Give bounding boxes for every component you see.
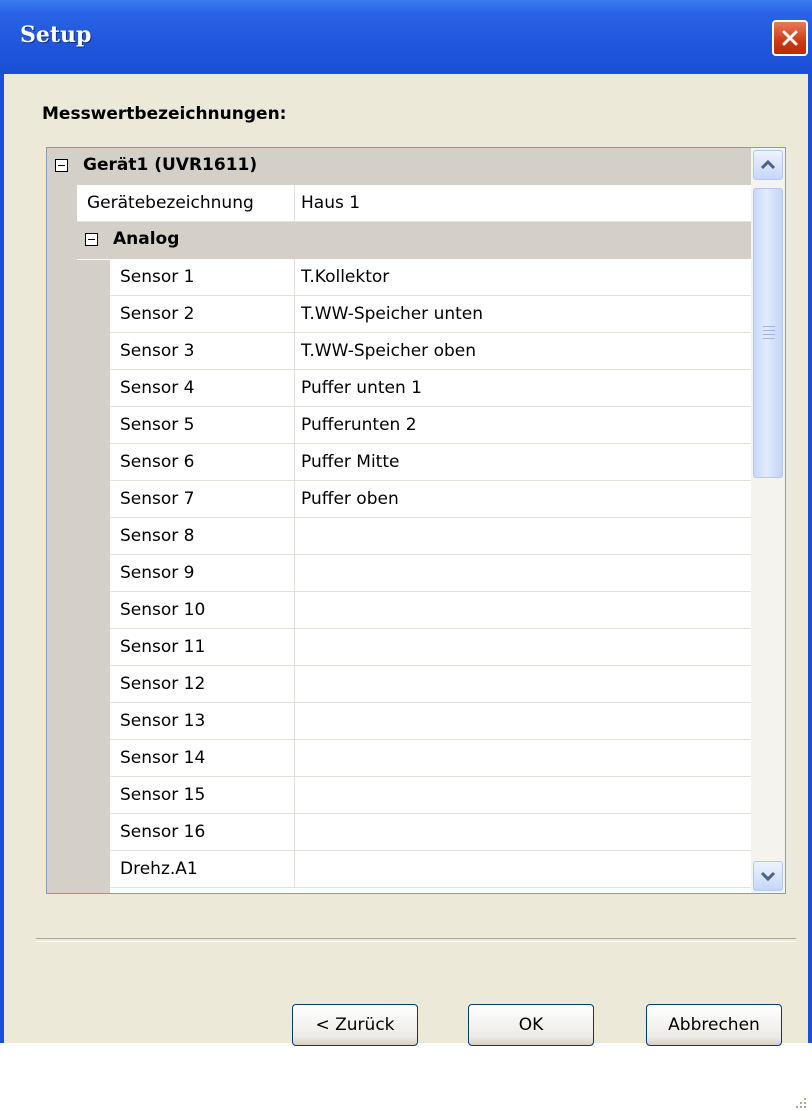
table-row[interactable]: Sensor 2 T.WW-Speicher unten (110, 296, 751, 333)
column-divider (294, 333, 295, 369)
sensor-key: Sensor 14 (120, 748, 206, 768)
sensor-value[interactable]: T.WW-Speicher oben (301, 333, 476, 369)
table-row-device-name[interactable]: Gerätebezeichnung Haus 1 (77, 185, 751, 222)
column-divider (294, 444, 295, 480)
table-row[interactable]: Sensor 7 Puffer oben (110, 481, 751, 518)
column-divider (294, 703, 295, 739)
close-icon (782, 30, 798, 46)
sensor-key: Sensor 8 (120, 526, 195, 546)
sensor-value[interactable]: Pufferunten 2 (301, 407, 417, 443)
tree-indent-band (47, 148, 77, 893)
device-name-value[interactable]: Haus 1 (301, 185, 360, 221)
window-title: Setup (20, 22, 92, 48)
table-row[interactable]: Sensor 10 (110, 592, 751, 629)
analog-label: Analog (113, 229, 180, 249)
table-row[interactable]: Sensor 11 (110, 629, 751, 666)
sensor-key: Sensor 15 (120, 785, 206, 805)
scrollbar-thumb[interactable] (753, 188, 783, 478)
sensor-value[interactable]: Puffer Mitte (301, 444, 399, 480)
device-name-key: Gerätebezeichnung (87, 193, 254, 213)
setup-window: Setup Messwertbezeichnungen: Gerät1 (UVR… (0, 0, 812, 1108)
thumb-grip-line (763, 334, 775, 335)
scroll-down-button[interactable] (753, 861, 783, 891)
sensor-value[interactable]: Puffer oben (301, 481, 399, 517)
table-row[interactable]: Sensor 1 T.Kollektor (110, 259, 751, 296)
table-row[interactable]: Sensor 9 (110, 555, 751, 592)
table-row[interactable]: Sensor 15 (110, 777, 751, 814)
column-divider (294, 259, 295, 295)
sensor-key: Sensor 11 (120, 637, 206, 657)
back-button[interactable]: < Zurück (292, 1004, 418, 1046)
sensor-key: Sensor 7 (120, 489, 195, 509)
close-button[interactable] (772, 20, 808, 56)
table-row[interactable]: Sensor 4 Puffer unten 1 (110, 370, 751, 407)
minus-box-icon[interactable] (55, 159, 68, 172)
column-divider (294, 592, 295, 628)
column-divider (294, 814, 295, 850)
column-divider (294, 666, 295, 702)
sensor-key: Drehz.A1 (120, 859, 198, 879)
column-divider (294, 185, 295, 221)
section-heading: Messwertbezeichnungen: (42, 104, 287, 124)
footer-divider (36, 938, 796, 942)
vertical-scrollbar[interactable] (751, 148, 785, 893)
chevron-up-icon (760, 159, 776, 170)
tree-content: Gerät1 (UVR1611) Gerätebezeichnung Haus … (47, 148, 751, 893)
sensor-key: Sensor 5 (120, 415, 195, 435)
table-row[interactable]: Sensor 13 (110, 703, 751, 740)
table-row[interactable]: Drehz.A1 (110, 851, 751, 888)
sensor-key: Sensor 10 (120, 600, 206, 620)
chevron-down-icon (760, 871, 776, 882)
sensor-key: Sensor 9 (120, 563, 195, 583)
sensor-value[interactable]: T.WW-Speicher unten (301, 296, 483, 332)
scroll-up-button[interactable] (753, 150, 783, 180)
column-divider (294, 555, 295, 591)
group-row-device[interactable]: Gerät1 (UVR1611) (47, 148, 751, 185)
column-divider (294, 370, 295, 406)
resize-grip-icon[interactable] (792, 1094, 808, 1110)
dialog-body: Messwertbezeichnungen: Gerät1 (UVR1611) … (4, 74, 808, 1108)
sensor-key: Sensor 1 (120, 267, 195, 287)
table-row[interactable]: Sensor 12 (110, 666, 751, 703)
thumb-grip-line (763, 338, 775, 339)
sensor-value[interactable]: Puffer unten 1 (301, 370, 422, 406)
sensor-key: Sensor 3 (120, 341, 195, 361)
table-row[interactable]: Sensor 16 (110, 814, 751, 851)
sensor-value[interactable]: T.Kollektor (301, 259, 389, 295)
column-divider (294, 629, 295, 665)
table-row[interactable]: Sensor 6 Puffer Mitte (110, 444, 751, 481)
column-divider (294, 518, 295, 554)
ok-button[interactable]: OK (468, 1004, 594, 1046)
sensor-key: Sensor 16 (120, 822, 206, 842)
column-divider (294, 407, 295, 443)
thumb-grip-line (763, 326, 775, 327)
thumb-grip-line (763, 330, 775, 331)
title-bar[interactable]: Setup (0, 0, 812, 74)
column-divider (294, 296, 295, 332)
column-divider (294, 777, 295, 813)
sensor-key: Sensor 4 (120, 378, 195, 398)
sensor-key: Sensor 6 (120, 452, 195, 472)
table-row[interactable]: Sensor 3 T.WW-Speicher oben (110, 333, 751, 370)
column-divider (294, 851, 295, 887)
sensor-key: Sensor 2 (120, 304, 195, 324)
cancel-button[interactable]: Abbrechen (646, 1004, 782, 1046)
minus-box-icon[interactable] (85, 233, 98, 246)
column-divider (294, 481, 295, 517)
table-row[interactable]: Sensor 5 Pufferunten 2 (110, 407, 751, 444)
table-row[interactable]: Sensor 8 (110, 518, 751, 555)
group-row-analog[interactable]: Analog (77, 222, 751, 259)
sensor-key: Sensor 13 (120, 711, 206, 731)
table-row[interactable]: Sensor 14 (110, 740, 751, 777)
tree-indent-band-analog (77, 260, 110, 893)
column-divider (294, 740, 295, 776)
device-label: Gerät1 (UVR1611) (83, 155, 258, 175)
sensor-key: Sensor 12 (120, 674, 206, 694)
property-tree[interactable]: Gerät1 (UVR1611) Gerätebezeichnung Haus … (46, 147, 786, 894)
